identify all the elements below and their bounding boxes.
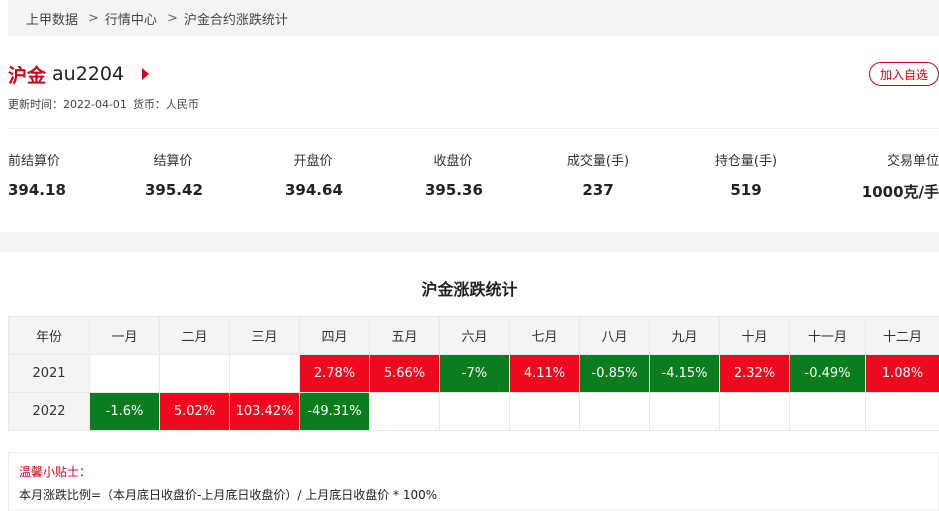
change-cell: 4.11%	[509, 354, 580, 393]
change-cell	[229, 354, 300, 393]
breadcrumb-item-current: 沪金合约涨跌统计	[183, 12, 288, 28]
column-header: 一月	[89, 316, 160, 355]
change-cell: -49.31%	[299, 392, 370, 431]
stat-prev-settlement: 前结算价 394.18	[8, 150, 66, 199]
change-cell: -7%	[439, 354, 510, 393]
breadcrumb: 上甲数据 > 行情中心 > 沪金合约涨跌统计	[8, 0, 939, 36]
table-row: 2022 -1.6% 5.02% 103.42% -49.31%	[8, 392, 939, 431]
stat-volume: 成交量(手) 237	[556, 150, 640, 199]
stat-open: 开盘价 394.64	[285, 150, 343, 199]
table-row: 2021 2.78% 5.66% -7% 4.11% -0.85% -4.15%…	[8, 354, 939, 393]
change-cell: 5.66%	[369, 354, 440, 393]
year-cell: 2022	[8, 392, 90, 431]
change-cell	[439, 392, 510, 431]
change-cell	[509, 392, 580, 431]
change-cell	[579, 392, 650, 431]
change-cell: -4.15%	[649, 354, 720, 393]
column-header: 十二月	[865, 316, 939, 355]
column-header: 二月	[159, 316, 230, 355]
column-header: 八月	[579, 316, 650, 355]
column-header: 九月	[649, 316, 720, 355]
section-separator	[0, 232, 939, 252]
stat-label: 开盘价	[293, 154, 333, 169]
stat-label: 收盘价	[433, 154, 473, 169]
contract-name: 沪金	[8, 64, 47, 87]
column-header: 十一月	[789, 316, 866, 355]
divider	[8, 128, 939, 129]
change-cell: 5.02%	[159, 392, 230, 431]
column-header: 四月	[299, 316, 370, 355]
stat-open-interest: 持仓量(手) 519	[698, 150, 794, 199]
breadcrumb-separator: >	[88, 10, 99, 26]
stat-label: 结算价	[153, 154, 193, 169]
stat-label: 交易单位	[886, 154, 939, 169]
stat-value: 394.64	[285, 181, 343, 199]
change-cell: -1.6%	[89, 392, 160, 431]
stat-value: 395.36	[425, 181, 483, 199]
tips-title: 温馨小贴士：	[19, 465, 92, 479]
change-cell: -0.85%	[579, 354, 650, 393]
year-cell: 2021	[8, 354, 90, 393]
change-cell	[369, 392, 440, 431]
column-header: 五月	[369, 316, 440, 355]
stat-value: 1000克/手	[861, 183, 939, 201]
change-cell	[789, 392, 866, 431]
change-cell	[649, 392, 720, 431]
breadcrumb-item-home[interactable]: 上甲数据	[26, 9, 78, 28]
contract-meta: 更新时间：2022-04-01 货币：人民币	[8, 96, 199, 112]
tips-box: 温馨小贴士： 本月涨跌比例=（本月底日收盘价-上月底日收盘价）/ 上月底日收盘价…	[8, 452, 939, 511]
stat-value: 394.18	[8, 181, 66, 199]
column-header: 七月	[509, 316, 580, 355]
stat-value: 237	[582, 181, 614, 199]
table-title: 沪金涨跌统计	[421, 280, 518, 299]
column-header: 十月	[719, 316, 790, 355]
update-time: 更新时间：2022-04-01	[8, 98, 127, 111]
breadcrumb-separator: >	[166, 10, 178, 26]
change-cell: 103.42%	[229, 392, 300, 431]
monthly-change-table: 年份 一月 二月 三月 四月 五月 六月 七月 八月 九月 十月 十一月 十二月…	[8, 316, 939, 431]
column-header: 六月	[439, 316, 510, 355]
contract-code: au2204	[52, 63, 125, 85]
change-cell: 2.78%	[299, 354, 370, 393]
stat-value: 395.42	[145, 181, 203, 199]
stat-label: 前结算价	[8, 154, 61, 169]
breadcrumb-item-market-center[interactable]: 行情中心	[105, 9, 157, 28]
change-cell	[89, 354, 160, 393]
stat-close: 收盘价 395.36	[425, 150, 483, 199]
currency: 货币：人民币	[132, 98, 199, 111]
stat-label: 成交量(手)	[566, 154, 630, 169]
tips-content: 本月涨跌比例=（本月底日收盘价-上月底日收盘价）/ 上月底日收盘价 * 100%	[19, 488, 438, 502]
change-cell	[159, 354, 230, 393]
caret-right-icon[interactable]	[142, 68, 150, 80]
column-header: 年份	[8, 316, 90, 355]
contract-title: 沪金 au2204	[8, 60, 150, 88]
change-cell	[719, 392, 790, 431]
table-header-row: 年份 一月 二月 三月 四月 五月 六月 七月 八月 九月 十月 十一月 十二月	[8, 316, 939, 355]
stat-trade-unit: 交易单位 1000克/手	[862, 150, 939, 202]
change-cell: -0.49%	[789, 354, 866, 393]
stats-panel: 前结算价 394.18 结算价 395.42 开盘价 394.64 收盘价 39…	[8, 150, 939, 210]
add-to-watchlist-button[interactable]: 加入自选	[869, 62, 939, 86]
change-cell	[865, 392, 939, 431]
change-cell: 1.08%	[865, 354, 939, 393]
stat-value: 519	[730, 181, 762, 199]
change-cell: 2.32%	[719, 354, 790, 393]
stat-label: 持仓量(手)	[714, 154, 778, 169]
stat-settlement: 结算价 395.42	[145, 150, 203, 199]
column-header: 三月	[229, 316, 300, 355]
